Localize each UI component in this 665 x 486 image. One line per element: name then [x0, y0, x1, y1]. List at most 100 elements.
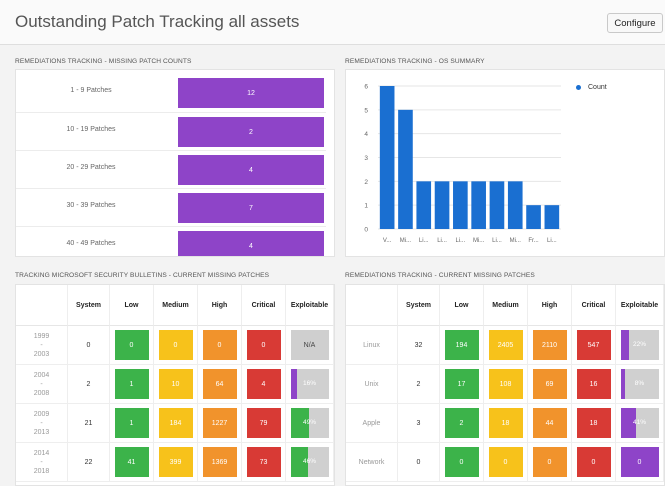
current-missing-title: REMEDIATIONS TRACKING - CURRENT MISSING … [345, 272, 535, 279]
critical-cell[interactable]: 16 [576, 369, 611, 399]
row-label-sep: - [40, 341, 43, 349]
medium-cell[interactable]: 18 [488, 408, 523, 438]
chart-bar[interactable] [379, 86, 395, 229]
column-header: Low [110, 285, 154, 326]
missing-counts-panel: 1 - 9 Patches 12 10 - 19 Patches 2 20 - … [15, 69, 335, 257]
row-label: 2004-2008 [16, 365, 68, 404]
count-bar[interactable]: 12 [178, 78, 324, 108]
row-label-start: 2009 [33, 410, 50, 418]
count-row-label: 1 - 9 Patches [70, 87, 112, 94]
count-bar[interactable]: 4 [178, 231, 324, 256]
current-missing-table: System Low Medium High Critical Exploita… [346, 285, 664, 482]
high-cell[interactable]: 69 [532, 369, 567, 399]
low-cell[interactable]: 2 [444, 408, 479, 438]
os-summary-panel: 0 1 2 3 4 5 6 V... Mi... Li... Li... Li... Mi... Li.… [345, 69, 665, 257]
exploitable-bar[interactable]: 22% [620, 330, 659, 360]
critical-cell[interactable]: 79 [246, 408, 281, 438]
y-tick-label: 4 [364, 131, 368, 138]
x-tick-label: Li... [437, 238, 447, 244]
count-row[interactable]: 40 - 49 Patches 4 [16, 226, 326, 256]
column-header [16, 285, 68, 326]
medium-cell[interactable]: 184 [158, 408, 193, 438]
table-row: 2014-2018 22 41 399 1369 73 46% [16, 443, 334, 482]
exploitable-cell[interactable]: N/A [290, 330, 329, 360]
legend-dot-icon [576, 85, 581, 90]
exploitable-bar[interactable]: 8% [620, 369, 659, 399]
low-cell[interactable]: 1 [114, 408, 149, 438]
x-tick-label: Mi... [473, 238, 485, 244]
medium-cell[interactable]: 0 [158, 330, 193, 360]
system-count: 22 [68, 443, 110, 482]
count-row[interactable]: 30 - 39 Patches 7 [16, 188, 326, 227]
row-label-start: 1999 [33, 332, 50, 340]
count-bar[interactable]: 4 [178, 155, 324, 185]
chart-bar[interactable] [489, 181, 505, 229]
medium-cell[interactable]: 2405 [488, 330, 523, 360]
critical-cell[interactable]: 547 [576, 330, 611, 360]
row-label: Linux [346, 326, 398, 365]
system-count: 2 [68, 365, 110, 404]
high-cell[interactable]: 2110 [532, 330, 567, 360]
low-cell[interactable]: 194 [444, 330, 479, 360]
chart-bar[interactable] [398, 109, 413, 229]
high-cell[interactable]: 64 [202, 369, 237, 399]
medium-cell[interactable]: 108 [488, 369, 523, 399]
critical-cell[interactable]: 0 [246, 330, 281, 360]
high-cell[interactable]: 0 [202, 330, 237, 360]
x-tick-label: Li... [456, 238, 466, 244]
row-label-end: 2003 [33, 350, 50, 358]
chart-bar[interactable] [544, 205, 560, 229]
chart-bar[interactable] [526, 205, 541, 229]
medium-cell[interactable]: 10 [158, 369, 193, 399]
high-cell[interactable]: 1369 [202, 447, 237, 477]
exploitable-cell[interactable]: 0 [620, 447, 659, 477]
count-row[interactable]: 20 - 29 Patches 4 [16, 150, 326, 189]
table-row: Linux 32 194 2405 2110 547 22% [346, 326, 664, 365]
chart-bar[interactable] [471, 181, 486, 229]
exploitable-bar[interactable]: 16% [290, 369, 329, 399]
exploitable-bar[interactable]: 46% [290, 447, 329, 477]
low-cell[interactable]: 1 [114, 369, 149, 399]
exploitable-value: 41% [632, 419, 646, 426]
exploitable-bar[interactable]: 41% [620, 408, 659, 438]
exploitable-bar[interactable]: 49% [290, 408, 329, 438]
count-row-label: 40 - 49 Patches [66, 240, 116, 247]
critical-cell[interactable]: 73 [246, 447, 281, 477]
low-cell[interactable]: 0 [114, 330, 149, 360]
table-row: 2009-2013 21 1 184 1227 79 49% [16, 404, 334, 443]
low-cell[interactable]: 17 [444, 369, 479, 399]
critical-cell[interactable]: 18 [576, 408, 611, 438]
configure-button[interactable]: Configure [607, 13, 663, 33]
chart-bar[interactable] [507, 181, 523, 229]
row-label: 1999-2003 [16, 326, 68, 365]
x-tick-label: Li... [492, 238, 502, 244]
low-cell[interactable]: 0 [444, 447, 479, 477]
column-header: Critical [572, 285, 616, 326]
system-count: 3 [398, 404, 440, 443]
row-label-end: 2008 [33, 389, 50, 397]
critical-cell[interactable]: 4 [246, 369, 281, 399]
x-tick-label: Li... [419, 238, 429, 244]
high-cell[interactable]: 44 [532, 408, 567, 438]
y-tick-label: 1 [364, 203, 368, 210]
os-summary-chart: 0 1 2 3 4 5 6 V... Mi... Li... Li... Li... Mi... Li.… [364, 84, 561, 244]
count-bar[interactable]: 7 [178, 193, 324, 223]
table-row: Apple 3 2 18 44 18 41% [346, 404, 664, 443]
high-cell[interactable]: 0 [532, 447, 567, 477]
chart-bar[interactable] [453, 181, 468, 229]
count-bar[interactable]: 2 [178, 117, 324, 147]
chart-bar[interactable] [434, 181, 450, 229]
critical-cell[interactable]: 0 [576, 447, 611, 477]
medium-cell[interactable]: 399 [158, 447, 193, 477]
high-cell[interactable]: 1227 [202, 408, 237, 438]
x-tick-label: Fr... [528, 238, 539, 244]
column-header: Medium [154, 285, 198, 326]
row-label-end: 2013 [33, 428, 50, 436]
low-cell[interactable]: 41 [114, 447, 149, 477]
column-header: Exploitable [616, 285, 664, 326]
count-row[interactable]: 1 - 9 Patches 12 [16, 74, 326, 112]
medium-cell[interactable]: 0 [488, 447, 523, 477]
chart-bar[interactable] [416, 181, 432, 229]
chart-legend[interactable]: Count [576, 84, 607, 91]
count-row[interactable]: 10 - 19 Patches 2 [16, 112, 326, 151]
